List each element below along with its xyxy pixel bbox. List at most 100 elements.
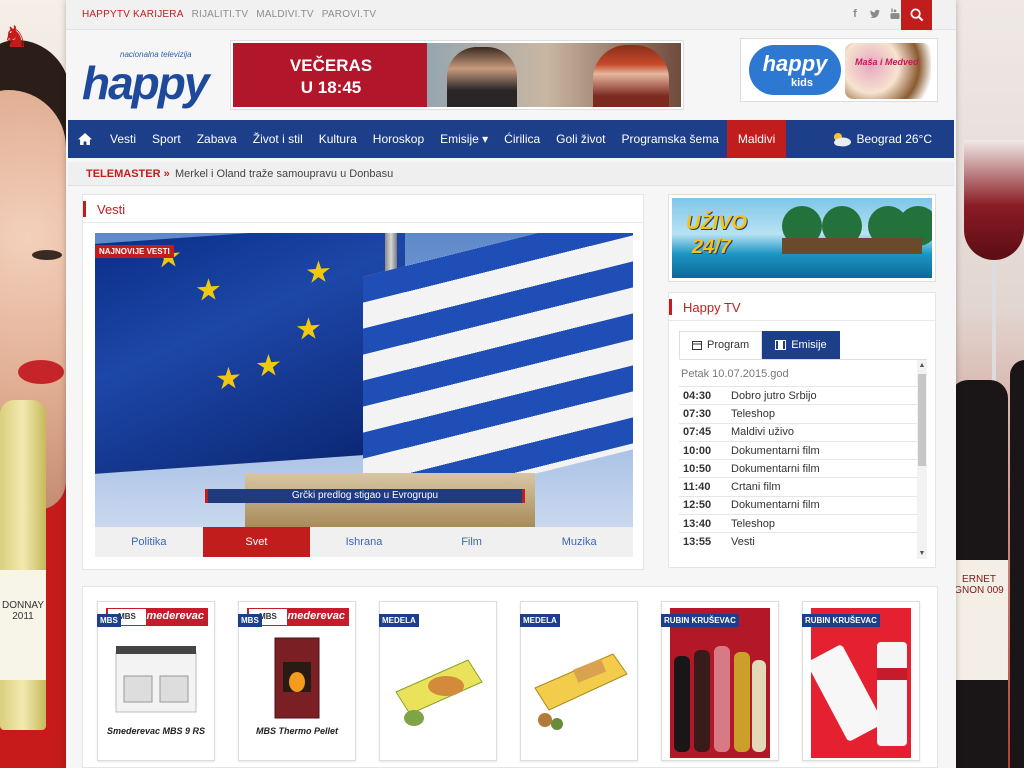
schedule-row[interactable]: 07:45 Maldivi uživo (679, 422, 927, 441)
weather-text: Beograd 26°C (856, 132, 932, 146)
nav-item-maldivi[interactable]: Maldivi (726, 120, 787, 158)
product-tag: MBS (238, 614, 262, 627)
schedule-row[interactable]: 13:40 Teleshop (679, 514, 927, 532)
brand-name: Smederevac (139, 610, 204, 622)
side-ad-right-label: ERNET GNON 009 (956, 560, 1008, 680)
top-bar: HAPPYTV KARIJERA RIJALITI.TV MALDIVI.TV … (66, 0, 956, 30)
schedule-row[interactable]: 04:30 Dobro jutro Srbijo (679, 386, 927, 404)
nav-item-vesti[interactable]: Vesti (102, 120, 144, 158)
side-ad-right-bottle-2 (1010, 360, 1024, 768)
happy-logo[interactable]: nacionalna televizija happy (82, 50, 209, 110)
schedule-row[interactable]: 12:50 Dokumentarni film (679, 495, 927, 514)
nav-item-programska-sema[interactable]: Programska šema (614, 120, 727, 158)
schedule-date: Petak 10.07.2015.god (681, 368, 789, 380)
category-ishrana[interactable]: Ishrana (310, 527, 418, 557)
schedule-scrollbar[interactable]: ▲ ▼ (917, 360, 927, 559)
side-ad-right[interactable]: ERNET GNON 009 (956, 0, 1024, 768)
nav-home[interactable] (68, 120, 102, 158)
nav-item-goli-zivot[interactable]: Goli život (548, 120, 613, 158)
ticker-label[interactable]: TELEMASTER » (86, 168, 170, 180)
panel-accent-bar (669, 299, 672, 315)
uzivo-ad-banner[interactable]: UŽIVO 24/7 (668, 194, 936, 282)
scrollbar-thumb[interactable] (918, 374, 926, 466)
horse-logo-icon: ♞ (2, 21, 29, 54)
tab-emisije[interactable]: Emisije (762, 331, 840, 359)
side-ad-left[interactable]: ♞ DONNAY 2011 (0, 0, 66, 768)
eu-star: ★ (215, 361, 242, 397)
scroll-up-icon[interactable]: ▲ (918, 362, 926, 370)
main-container: HAPPYTV KARIJERA RIJALITI.TV MALDIVI.TV … (66, 0, 956, 768)
promo-banner-image: VEČERAS U 18:45 (233, 43, 681, 107)
nav-item-sport[interactable]: Sport (144, 120, 189, 158)
eu-star: ★ (295, 311, 322, 347)
product-tag: MEDELA (520, 614, 560, 627)
medela-biscuit-image (395, 659, 483, 726)
hero-caption[interactable]: Grčki predlog stigao u Evrogrupu (205, 489, 525, 503)
news-hero-image[interactable]: ★ ★ ★ ★ ★ ★ NAJNOVIJE VESTI Grčki predlo… (95, 233, 633, 527)
category-politika[interactable]: Politika (95, 527, 203, 557)
ticker-headline[interactable]: Merkel i Oland traže samoupravu u Donbas… (175, 168, 393, 180)
search-icon (910, 8, 923, 22)
nav-item-zivot-i-stil[interactable]: Život i stil (245, 120, 311, 158)
schedule-row[interactable]: 07:30 Teleshop (679, 404, 927, 422)
top-link-rijaliti[interactable]: RIJALITI.TV (192, 9, 249, 20)
schedule-show: Dokumentarni film (731, 499, 820, 512)
product-card[interactable]: MBS Smederevac MBS MBS Thermo Pellet (238, 601, 356, 761)
product-card[interactable]: MEDELA (379, 601, 497, 761)
twitter-icon[interactable] (870, 8, 880, 20)
product-card[interactable]: MEDELA (520, 601, 638, 761)
category-film[interactable]: Film (418, 527, 526, 557)
rubin-wine-bottles-image (670, 608, 770, 758)
happy-kids-sub: kids (791, 77, 814, 89)
happy-kids-banner[interactable]: happy kids Maša i Medved (740, 38, 938, 102)
product-card[interactable]: RUBIN KRUŠEVAC (661, 601, 779, 761)
scroll-down-icon[interactable]: ▼ (918, 550, 926, 558)
nav-item-emisije[interactable]: Emisije ▾ (432, 120, 496, 158)
top-link-maldivi[interactable]: MALDIVI.TV (256, 9, 314, 20)
news-panel-header: Vesti (83, 195, 643, 223)
news-categories: Politika Svet Ishrana Film Muzika (95, 527, 633, 557)
weather-widget[interactable]: Beograd 26°C (830, 120, 932, 158)
nav-item-kultura[interactable]: Kultura (311, 120, 365, 158)
schedule-time: 12:50 (683, 499, 712, 512)
category-muzika[interactable]: Muzika (525, 527, 633, 557)
tv-schedule: Petak 10.07.2015.god 04:30 Dobro jutro Sr… (679, 359, 927, 559)
happy-kids-word: happy (762, 51, 828, 76)
promo-banner[interactable]: VEČERAS U 18:45 (230, 40, 684, 110)
schedule-row[interactable]: 10:50 Dokumentarni film (679, 459, 927, 477)
calendar-icon (692, 341, 702, 350)
social-links: f (850, 8, 900, 20)
side-ad-left-bottle (0, 400, 46, 730)
schedule-row[interactable]: 11:40 Crtani film (679, 477, 927, 495)
news-panel-title: Vesti (97, 202, 126, 217)
uzivo-ad-image: UŽIVO 24/7 (672, 198, 932, 278)
product-card[interactable]: MBS Smederevac MBS Smederevac MBS 9 RS (97, 601, 215, 761)
schedule-time: 13:55 (683, 536, 712, 549)
promo-banner-woman (593, 45, 669, 107)
eu-star: ★ (255, 348, 282, 384)
film-icon (775, 340, 787, 350)
tab-program[interactable]: Program (679, 331, 763, 359)
top-link-karijera[interactable]: HAPPYTV KARIJERA (82, 9, 184, 20)
category-svet[interactable]: Svet (202, 527, 311, 557)
product-card[interactable]: RUBIN KRUŠEVAC (802, 601, 920, 761)
schedule-row[interactable]: 13:55 Vesti (679, 532, 927, 550)
schedule-show: Dokumentarni film (731, 462, 820, 475)
brand-name: Smederevac (280, 610, 345, 622)
panel-accent-bar (83, 201, 86, 217)
side-ad-left-lips (18, 360, 64, 384)
schedule-row[interactable]: 10:00 Dokumentarni film (679, 440, 927, 459)
search-button[interactable] (901, 0, 932, 30)
youtube-icon[interactable] (890, 8, 900, 20)
promo-banner-man (447, 47, 517, 107)
mbs-brand-bar: MBS Smederevac (247, 608, 349, 626)
schedule-show: Dobro jutro Srbijo (731, 389, 817, 402)
sponsored-products: MBS Smederevac MBS Smederevac MBS 9 RS MB… (82, 586, 938, 768)
facebook-icon[interactable]: f (850, 8, 860, 20)
spricer-can-image (811, 608, 911, 758)
nav-item-horoskop[interactable]: Horoskop (365, 120, 432, 158)
top-link-parovi[interactable]: PAROVI.TV (322, 9, 376, 20)
wine-glass (964, 140, 1024, 260)
nav-item-cirilica[interactable]: Ćirilica (496, 120, 548, 158)
nav-item-zabava[interactable]: Zabava (189, 120, 245, 158)
